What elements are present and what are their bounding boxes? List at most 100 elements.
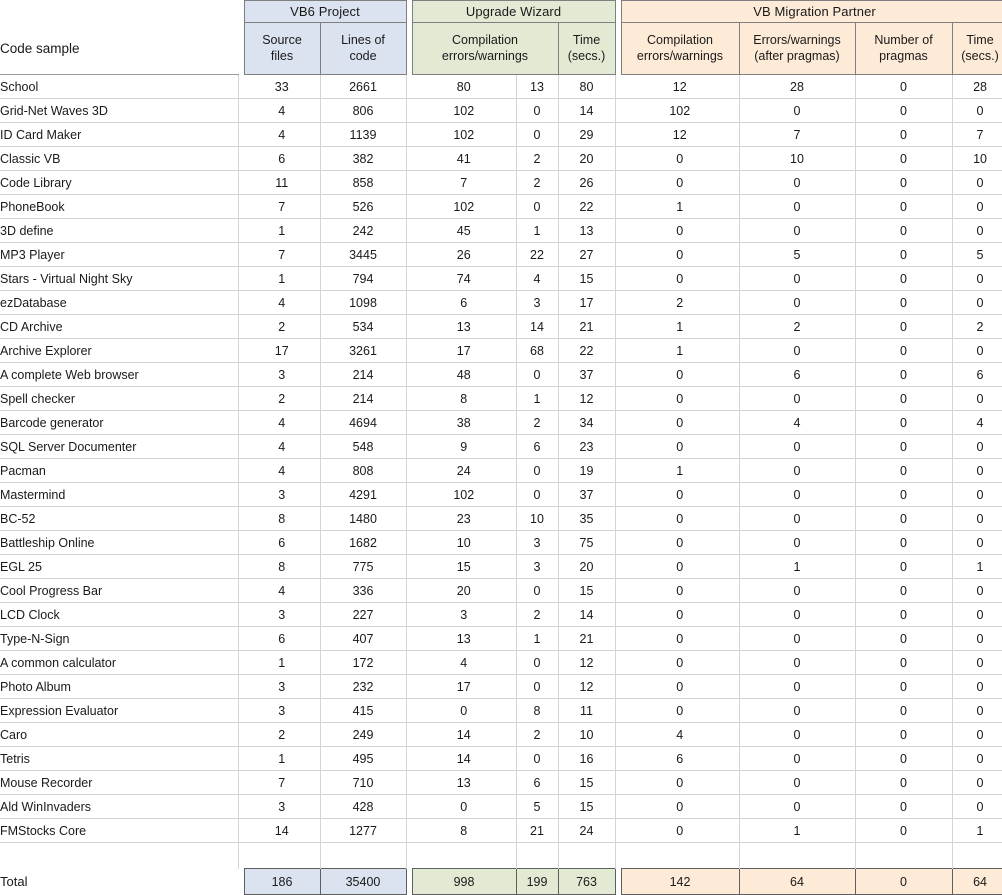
table-row[interactable]: ID Card Maker4113910202912707106	[0, 122, 1002, 147]
table-row[interactable]: ezDatabase410986317200044	[0, 290, 1002, 315]
cell-vbmp-compilation-errors: 4	[621, 722, 740, 747]
table-row[interactable]: MP3 Player73445262227050536	[0, 242, 1002, 267]
cell-vbmp-compilation-warnings: 0	[739, 218, 856, 243]
cell-lines-of-code: 232	[320, 674, 407, 699]
cell-vbmp-errors-after-pragmas: 0	[855, 98, 953, 123]
cell-vbmp-compilation-warnings: 0	[739, 698, 856, 723]
table-row[interactable]: SQL Server Documenter45489623000006	[0, 434, 1002, 459]
cell-uw-compilation-warnings: 1	[516, 218, 559, 243]
row-label-code-sample: A complete Web browser	[0, 362, 239, 387]
header-line-1: Errors/warnings	[753, 32, 841, 47]
table-row[interactable]: A complete Web browser3214480370606022	[0, 362, 1002, 387]
cell-lines-of-code: 249	[320, 722, 407, 747]
cell-uw-compilation-errors: 23	[412, 506, 517, 531]
cell-vbmp-compilation-warnings: 0	[739, 458, 856, 483]
group-header-upgrade-wizard: Upgrade Wizard	[411, 0, 616, 23]
blank-cell	[558, 842, 616, 869]
table-row[interactable]: Grid-Net Waves 3D480610201410200013	[0, 98, 1002, 123]
table-row[interactable]: Tetris149514016600013	[0, 746, 1002, 771]
table-row[interactable]: Barcode generator44694382340404213	[0, 410, 1002, 435]
column-header-vbmp-compilation-errors-warnings: Compilation errors/warnings	[620, 22, 740, 75]
cell-vbmp-compilation-warnings: 28	[739, 74, 856, 99]
cell-uw-time: 22	[558, 338, 616, 363]
blank-cell	[952, 842, 1002, 869]
header-line-2: pragmas	[879, 48, 928, 63]
table-row[interactable]: Type-N-Sign640713121000025	[0, 626, 1002, 651]
cell-vbmp-warnings-after-pragmas: 0	[952, 626, 1002, 651]
cell-vbmp-compilation-warnings: 0	[739, 266, 856, 291]
cell-uw-compilation-errors: 8	[412, 386, 517, 411]
cell-vbmp-errors-after-pragmas: 0	[855, 338, 953, 363]
table-row[interactable]: Stars - Virtual Night Sky179474415000044	[0, 266, 1002, 291]
cell-vbmp-compilation-warnings: 0	[739, 530, 856, 555]
cell-vbmp-compilation-errors: 0	[621, 242, 740, 267]
cell-vbmp-compilation-warnings: 0	[739, 794, 856, 819]
table-row[interactable]: Caro224914210400013	[0, 722, 1002, 747]
cell-uw-compilation-errors: 14	[412, 722, 517, 747]
table-row[interactable]: Pacman4808240191000124	[0, 458, 1002, 483]
table-row[interactable]: A common calculator11724012000003	[0, 650, 1002, 675]
blank-cell	[739, 842, 856, 869]
cell-vbmp-errors-after-pragmas: 0	[855, 722, 953, 747]
cell-uw-time: 35	[558, 506, 616, 531]
cell-vbmp-warnings-after-pragmas: 6	[952, 362, 1002, 387]
cell-vbmp-errors-after-pragmas: 0	[855, 602, 953, 627]
cell-uw-time: 12	[558, 650, 616, 675]
table-row[interactable]: Mastermind34291102037000008	[0, 482, 1002, 507]
table-row[interactable]: Photo Album323217012000003	[0, 674, 1002, 699]
cell-uw-time: 12	[558, 674, 616, 699]
cell-uw-compilation-warnings: 1	[516, 626, 559, 651]
table-row[interactable]: LCD Clock32273214000003	[0, 602, 1002, 627]
cell-uw-compilation-warnings: 2	[516, 722, 559, 747]
table-row[interactable]: Cool Progress Bar433620015000093	[0, 578, 1002, 603]
cell-lines-of-code: 1682	[320, 530, 407, 555]
table-row[interactable]: BC-52814802310350000136	[0, 506, 1002, 531]
cell-vbmp-errors-after-pragmas: 0	[855, 362, 953, 387]
table-row[interactable]: Battleship Online61682103750000610	[0, 530, 1002, 555]
cell-source-files: 3	[244, 482, 321, 507]
cell-vbmp-compilation-errors: 0	[621, 170, 740, 195]
table-row[interactable]: Classic VB63824122001001014	[0, 146, 1002, 171]
row-label-code-sample: Expression Evaluator	[0, 698, 239, 723]
cell-uw-compilation-errors: 38	[412, 410, 517, 435]
cell-vbmp-errors-after-pragmas: 0	[855, 74, 953, 99]
cell-source-files: 3	[244, 698, 321, 723]
cell-vbmp-compilation-errors: 0	[621, 554, 740, 579]
cell-lines-of-code: 2661	[320, 74, 407, 99]
cell-vbmp-compilation-warnings: 6	[739, 362, 856, 387]
cell-vbmp-compilation-warnings: 0	[739, 602, 856, 627]
table-row[interactable]: Expression Evaluator34150811000003	[0, 698, 1002, 723]
cell-uw-compilation-warnings: 8	[516, 698, 559, 723]
table-row[interactable]: 3D define124245113000005	[0, 218, 1002, 243]
row-label-code-sample: EGL 25	[0, 554, 239, 579]
table-row[interactable]: Archive Explorer173261176822100017	[0, 338, 1002, 363]
table-row[interactable]: School3326618013801228028315	[0, 74, 1002, 99]
header-line-1: Lines of	[341, 32, 385, 47]
table-row[interactable]: Ald WinInvaders34280515000003	[0, 794, 1002, 819]
cell-source-files: 4	[244, 290, 321, 315]
cell-uw-time: 26	[558, 170, 616, 195]
cell-uw-time: 37	[558, 362, 616, 387]
corner-blank-cell	[0, 0, 238, 23]
table-row[interactable]: Mouse Recorder771013615000004	[0, 770, 1002, 795]
cell-vbmp-warnings-after-pragmas: 0	[952, 602, 1002, 627]
cell-vbmp-compilation-warnings: 0	[739, 98, 856, 123]
table-row[interactable]: EGL 25877515320010105	[0, 554, 1002, 579]
cell-lines-of-code: 1277	[320, 818, 407, 843]
cell-vbmp-warnings-after-pragmas: 0	[952, 698, 1002, 723]
table-row[interactable]: CD Archive2534131421120218	[0, 314, 1002, 339]
table-row[interactable]: Spell checker22148112000002	[0, 386, 1002, 411]
cell-source-files: 4	[244, 98, 321, 123]
table-row[interactable]: Code Library118587226000036	[0, 170, 1002, 195]
cell-lines-of-code: 4694	[320, 410, 407, 435]
column-header-row: Code sample Source files Lines of code C…	[0, 22, 1002, 75]
table-row[interactable]: PhoneBook7526102022100056	[0, 194, 1002, 219]
cell-vbmp-errors-after-pragmas: 0	[855, 530, 953, 555]
row-label-code-sample: Type-N-Sign	[0, 626, 239, 651]
cell-lines-of-code: 3261	[320, 338, 407, 363]
cell-uw-compilation-errors: 0	[412, 794, 517, 819]
table-row[interactable]: FMStocks Core14127782124010106	[0, 818, 1002, 843]
row-label-code-sample: Code Library	[0, 170, 239, 195]
cell-vbmp-errors-after-pragmas: 0	[855, 434, 953, 459]
cell-source-files: 4	[244, 434, 321, 459]
